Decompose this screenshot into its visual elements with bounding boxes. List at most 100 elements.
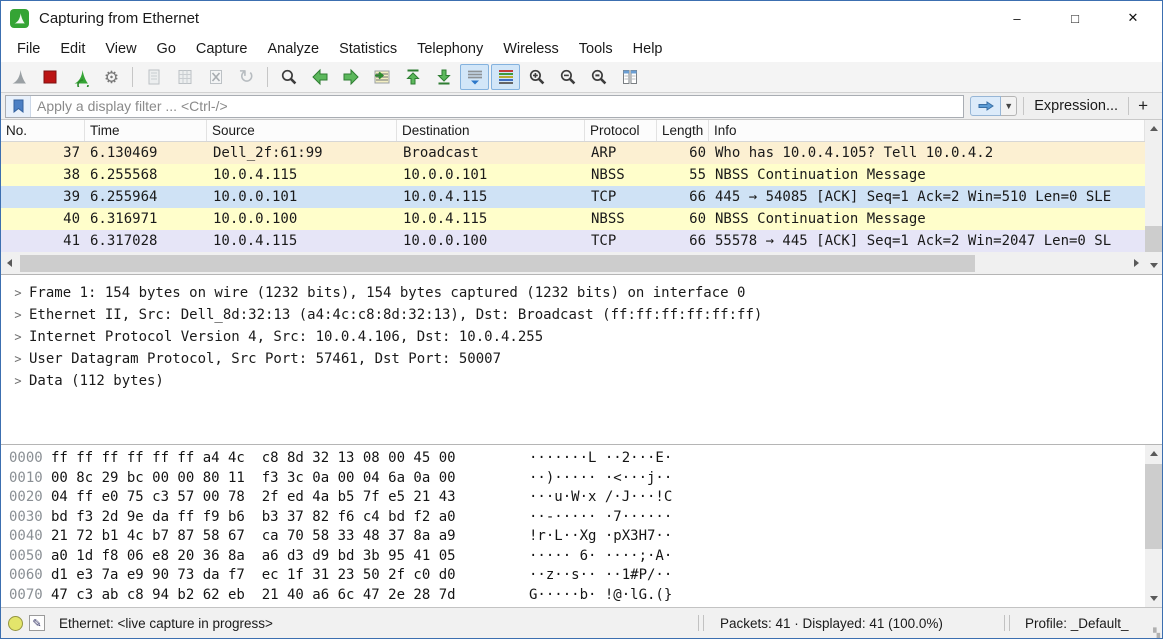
menu-bar: File Edit View Go Capture Analyze Statis… bbox=[1, 35, 1162, 62]
column-header-source[interactable]: Source bbox=[207, 120, 397, 141]
resize-columns-icon[interactable] bbox=[615, 64, 644, 90]
capture-status-text: Ethernet: <live capture in progress> bbox=[59, 616, 696, 631]
zoom-out-icon[interactable] bbox=[553, 64, 582, 90]
menu-statistics[interactable]: Statistics bbox=[329, 38, 407, 60]
main-toolbar: ⚙ ↻ bbox=[1, 62, 1162, 93]
packet-row-38[interactable]: 386.25556810.0.4.11510.0.0.101NBSS55NBSS… bbox=[1, 164, 1145, 186]
add-filter-button-plus[interactable]: + bbox=[1129, 96, 1158, 116]
packet-bytes-pane: 0000ff ff ff ff ff ff a4 4c c8 8d 32 13 … bbox=[1, 445, 1162, 607]
apply-filter-button[interactable] bbox=[970, 96, 1001, 116]
detail-udp[interactable]: >User Datagram Protocol, Src Port: 57461… bbox=[1, 348, 1162, 370]
colorize-toggle-icon[interactable] bbox=[491, 64, 520, 90]
packet-list-header: No. Time Source Destination Protocol Len… bbox=[1, 120, 1145, 142]
menu-edit[interactable]: Edit bbox=[50, 38, 95, 60]
expand-chevron-icon[interactable]: > bbox=[10, 374, 26, 388]
column-header-info[interactable]: Info bbox=[709, 120, 1145, 141]
hex-row[interactable]: 0000ff ff ff ff ff ff a4 4c c8 8d 32 13 … bbox=[9, 450, 1145, 470]
find-packet-icon[interactable] bbox=[274, 64, 303, 90]
packet-details-pane: >Frame 1: 154 bytes on wire (1232 bits),… bbox=[1, 275, 1162, 445]
hex-row[interactable]: 0060d1 e3 7a e9 90 73 da f7 ec 1f 31 23 … bbox=[9, 567, 1145, 587]
scroll-right-icon[interactable] bbox=[1128, 255, 1145, 272]
packet-row-41[interactable]: 416.31702810.0.4.11510.0.0.100TCP6655578… bbox=[1, 230, 1145, 252]
bytes-pane-vscrollbar[interactable] bbox=[1145, 445, 1162, 607]
resize-grip[interactable]: ▚ bbox=[1148, 608, 1162, 638]
wireshark-window: Capturing from Ethernet – □ ✕ File Edit … bbox=[0, 0, 1163, 639]
column-header-length[interactable]: Length bbox=[657, 120, 709, 141]
scroll-up-icon[interactable] bbox=[1145, 120, 1162, 137]
divider bbox=[1009, 615, 1010, 631]
go-to-packet-icon[interactable] bbox=[367, 64, 396, 90]
detail-ethernet[interactable]: >Ethernet II, Src: Dell_8d:32:13 (a4:4c:… bbox=[1, 304, 1162, 326]
title-bar: Capturing from Ethernet – □ ✕ bbox=[1, 1, 1162, 35]
file-close-icon[interactable] bbox=[201, 64, 230, 90]
display-filter-input[interactable]: Apply a display filter ... <Ctrl-/> bbox=[5, 95, 964, 118]
hex-row[interactable]: 004021 72 b1 4c b7 87 58 67 ca 70 58 33 … bbox=[9, 528, 1145, 548]
column-header-destination[interactable]: Destination bbox=[397, 120, 585, 141]
expert-info-icon[interactable] bbox=[8, 616, 23, 631]
packet-list-hscrollbar[interactable] bbox=[1, 252, 1145, 274]
filter-history-dropdown[interactable]: ▼ bbox=[1001, 96, 1017, 116]
filter-placeholder: Apply a display filter ... <Ctrl-/> bbox=[31, 98, 228, 114]
status-bar: ✎ Ethernet: <live capture in progress> P… bbox=[1, 607, 1162, 638]
filter-bar: Apply a display filter ... <Ctrl-/> ▼ Ex… bbox=[1, 93, 1162, 120]
maximize-button[interactable]: □ bbox=[1046, 1, 1104, 35]
auto-scroll-toggle-icon[interactable] bbox=[460, 64, 489, 90]
filter-bookmark-icon[interactable] bbox=[6, 96, 31, 117]
detail-ip[interactable]: >Internet Protocol Version 4, Src: 10.0.… bbox=[1, 326, 1162, 348]
column-header-time[interactable]: Time bbox=[85, 120, 207, 141]
hex-row[interactable]: 001000 8c 29 bc 00 00 80 11 f3 3c 0a 00 … bbox=[9, 470, 1145, 490]
column-header-protocol[interactable]: Protocol bbox=[585, 120, 657, 141]
zoom-in-icon[interactable] bbox=[522, 64, 551, 90]
go-first-icon[interactable] bbox=[398, 64, 427, 90]
zoom-original-icon[interactable] bbox=[584, 64, 613, 90]
packet-list-vscrollbar[interactable] bbox=[1145, 120, 1162, 274]
expression-button[interactable]: Expression... bbox=[1024, 98, 1128, 114]
scroll-down-icon[interactable] bbox=[1145, 590, 1162, 607]
file-open-icon[interactable] bbox=[139, 64, 168, 90]
go-previous-icon[interactable] bbox=[305, 64, 334, 90]
capture-stop-icon[interactable] bbox=[35, 64, 64, 90]
hex-row[interactable]: 007047 c3 ab c8 94 b2 62 eb 21 40 a6 6c … bbox=[9, 587, 1145, 607]
packet-row-40[interactable]: 406.31697110.0.0.10010.0.4.115NBSS60NBSS… bbox=[1, 208, 1145, 230]
toolbar-separator bbox=[267, 67, 268, 87]
column-header-no[interactable]: No. bbox=[1, 120, 85, 141]
divider bbox=[703, 615, 704, 631]
minimize-button[interactable]: – bbox=[988, 1, 1046, 35]
profile-text[interactable]: Profile: _Default_ bbox=[1012, 616, 1148, 631]
capture-restart-icon[interactable] bbox=[66, 64, 95, 90]
packet-counts-text: Packets: 41 · Displayed: 41 (100.0%) bbox=[706, 616, 1002, 631]
go-next-icon[interactable] bbox=[336, 64, 365, 90]
scroll-up-icon[interactable] bbox=[1145, 445, 1162, 462]
expand-chevron-icon[interactable]: > bbox=[10, 308, 26, 322]
menu-analyze[interactable]: Analyze bbox=[257, 38, 329, 60]
capture-options-icon[interactable]: ⚙ bbox=[97, 64, 126, 90]
divider bbox=[1004, 615, 1005, 631]
close-button[interactable]: ✕ bbox=[1104, 1, 1162, 35]
file-reload-icon[interactable]: ↻ bbox=[232, 64, 261, 90]
scroll-down-icon[interactable] bbox=[1145, 257, 1162, 274]
packet-row-39[interactable]: 396.25596410.0.0.10110.0.4.115TCP66445 →… bbox=[1, 186, 1145, 208]
packet-row-37[interactable]: 376.130469Dell_2f:61:99BroadcastARP60Who… bbox=[1, 142, 1145, 164]
menu-file[interactable]: File bbox=[7, 38, 50, 60]
expand-chevron-icon[interactable]: > bbox=[10, 352, 26, 366]
menu-tools[interactable]: Tools bbox=[569, 38, 623, 60]
go-last-icon[interactable] bbox=[429, 64, 458, 90]
menu-wireless[interactable]: Wireless bbox=[493, 38, 569, 60]
hex-row[interactable]: 0030bd f3 2d 9e da ff f9 b6 b3 37 82 f6 … bbox=[9, 509, 1145, 529]
toolbar-separator bbox=[132, 67, 133, 87]
capture-start-icon[interactable] bbox=[4, 64, 33, 90]
expand-chevron-icon[interactable]: > bbox=[10, 286, 26, 300]
expand-chevron-icon[interactable]: > bbox=[10, 330, 26, 344]
menu-help[interactable]: Help bbox=[623, 38, 673, 60]
menu-go[interactable]: Go bbox=[147, 38, 186, 60]
capture-comment-icon[interactable]: ✎ bbox=[29, 615, 45, 631]
file-save-icon[interactable] bbox=[170, 64, 199, 90]
scroll-left-icon[interactable] bbox=[1, 255, 18, 272]
menu-capture[interactable]: Capture bbox=[186, 38, 258, 60]
menu-telephony[interactable]: Telephony bbox=[407, 38, 493, 60]
detail-frame[interactable]: >Frame 1: 154 bytes on wire (1232 bits),… bbox=[1, 282, 1162, 304]
menu-view[interactable]: View bbox=[95, 38, 146, 60]
detail-data[interactable]: >Data (112 bytes) bbox=[1, 370, 1162, 392]
hex-row[interactable]: 0050a0 1d f8 06 e8 20 36 8a a6 d3 d9 bd … bbox=[9, 548, 1145, 568]
hex-row[interactable]: 002004 ff e0 75 c3 57 00 78 2f ed 4a b5 … bbox=[9, 489, 1145, 509]
